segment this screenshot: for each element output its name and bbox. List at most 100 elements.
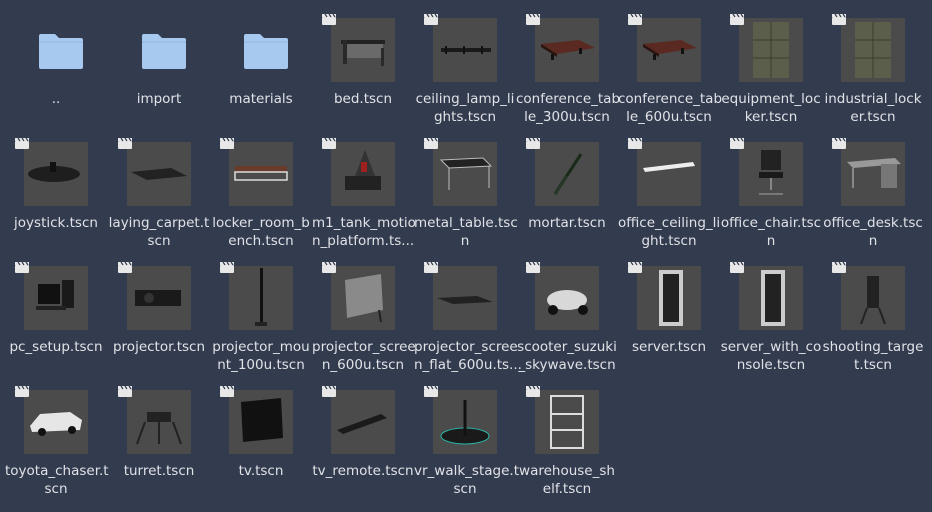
- file-name-label: joystick.tscn: [14, 215, 98, 231]
- flat-screen-preview: [424, 262, 497, 330]
- clapperboard-icon: [15, 138, 29, 149]
- scene-file-item[interactable]: mortar.tscn: [516, 132, 618, 250]
- clapperboard-icon: [220, 386, 234, 397]
- scene-file-item[interactable]: laying_carpet.t scn: [108, 132, 210, 250]
- clapperboard-icon: [526, 138, 540, 149]
- file-name-label: projector_scree n_flat_600u.ts...: [414, 339, 522, 373]
- scene-file-item[interactable]: conference_tab le_600u.tscn: [618, 8, 722, 126]
- clapperboard-icon: [118, 262, 132, 273]
- file-name-label: materials: [229, 91, 293, 107]
- file-name-label: projector.tscn: [112, 339, 206, 355]
- ceiling-lamp-preview: [424, 14, 497, 82]
- folder-item[interactable]: ..: [5, 8, 107, 126]
- conference-table-preview: [628, 14, 701, 82]
- file-name-label: equipment_loc ker.tscn: [721, 91, 821, 125]
- table-preview: [424, 138, 497, 206]
- clapperboard-icon: [220, 262, 234, 273]
- locker-preview: [832, 14, 905, 82]
- file-name-label: server_with_co nsole.tscn: [720, 339, 822, 373]
- scene-file-item[interactable]: m1_tank_motio n_platform.ts...: [312, 132, 416, 250]
- scene-file-item[interactable]: office_desk.tsc n: [822, 132, 924, 250]
- target-preview: [832, 262, 905, 330]
- folder-icon: [39, 34, 83, 69]
- thumbnail: [127, 18, 191, 82]
- scene-file-item[interactable]: projector_scree n_600u.tscn: [312, 256, 416, 374]
- file-name-label: conference_tab le_300u.tscn: [516, 91, 621, 125]
- thumbnail: [229, 18, 293, 82]
- clapperboard-icon: [424, 386, 438, 397]
- scene-file-item[interactable]: scooter_suzuki _skywave.tscn: [516, 256, 618, 374]
- bench-preview: [220, 138, 293, 206]
- scene-file-item[interactable]: projector_mou nt_100u.tscn: [210, 256, 312, 374]
- clapperboard-icon: [322, 386, 336, 397]
- clapperboard-icon: [322, 14, 336, 25]
- scene-file-item[interactable]: toyota_chaser.t scn: [5, 380, 109, 498]
- clapperboard-icon: [730, 262, 744, 273]
- scene-file-item[interactable]: locker_room_b ench.tscn: [210, 132, 312, 250]
- clapperboard-icon: [832, 262, 846, 273]
- scene-file-item[interactable]: vr_walk_stage.t scn: [414, 380, 519, 498]
- file-name-label: import: [136, 91, 182, 107]
- bed-preview: [322, 14, 395, 82]
- file-name-label: office_chair.tsc n: [720, 215, 822, 249]
- file-name-label: tv.tscn: [238, 463, 284, 479]
- folder-item[interactable]: import: [108, 8, 210, 126]
- server-preview: [628, 262, 701, 330]
- file-name-label: metal_table.tsc n: [414, 215, 518, 249]
- file-name-label: bed.tscn: [333, 91, 393, 107]
- file-name-label: turret.tscn: [123, 463, 195, 479]
- scene-file-item[interactable]: projector.tscn: [108, 256, 210, 374]
- scene-file-item[interactable]: industrial_lock er.tscn: [822, 8, 924, 126]
- thumbnail: [24, 18, 88, 82]
- scooter-preview: [526, 262, 599, 330]
- clapperboard-icon: [424, 138, 438, 149]
- scene-file-item[interactable]: bed.tscn: [312, 8, 414, 126]
- file-name-label: scooter_suzuki _skywave.tscn: [517, 339, 617, 373]
- clapperboard-icon: [322, 138, 336, 149]
- scene-file-item[interactable]: server.tscn: [618, 256, 720, 374]
- scene-file-item[interactable]: warehouse_sh elf.tscn: [516, 380, 618, 498]
- server-preview: [730, 262, 803, 330]
- file-name-label: mortar.tscn: [528, 215, 606, 231]
- scene-file-item[interactable]: conference_tab le_300u.tscn: [516, 8, 621, 126]
- clapperboard-icon: [628, 138, 642, 149]
- scene-file-item[interactable]: server_with_co nsole.tscn: [720, 256, 822, 374]
- scene-file-item[interactable]: office_ceiling_li ght.tscn: [618, 132, 720, 250]
- scene-file-item[interactable]: equipment_loc ker.tscn: [720, 8, 822, 126]
- vr-stage-preview: [424, 386, 497, 454]
- file-name-label: warehouse_sh elf.tscn: [519, 463, 615, 497]
- car-preview: [15, 386, 88, 454]
- scene-file-item[interactable]: tv.tscn: [210, 380, 312, 498]
- platform-preview: [322, 138, 395, 206]
- folder-item[interactable]: materials: [210, 8, 312, 126]
- locker-preview: [730, 14, 803, 82]
- file-name-label: laying_carpet.t scn: [108, 215, 210, 249]
- scene-file-item[interactable]: shooting_targe t.tscn: [822, 256, 924, 374]
- scene-file-item[interactable]: joystick.tscn: [5, 132, 107, 250]
- chair-preview: [730, 138, 803, 206]
- mortar-preview: [526, 138, 599, 206]
- clapperboard-icon: [220, 138, 234, 149]
- scene-file-item[interactable]: ceiling_lamp_li ghts.tscn: [414, 8, 516, 126]
- scene-file-item[interactable]: tv_remote.tscn: [312, 380, 414, 498]
- ceiling-light-preview: [628, 138, 701, 206]
- pc-preview: [15, 262, 88, 330]
- shelf-preview: [526, 386, 599, 454]
- turret-preview: [118, 386, 191, 454]
- file-name-label: shooting_targe t.tscn: [822, 339, 924, 373]
- scene-file-item[interactable]: projector_scree n_flat_600u.ts...: [414, 256, 522, 374]
- file-grid: .. import materials bed.tscn ceiling_lam…: [0, 0, 932, 512]
- file-name-label: tv_remote.tscn: [312, 463, 414, 479]
- file-name-label: ..: [51, 91, 61, 107]
- projector-preview: [118, 262, 191, 330]
- joystick-preview: [15, 138, 88, 206]
- scene-file-item[interactable]: pc_setup.tscn: [5, 256, 107, 374]
- clapperboard-icon: [628, 14, 642, 25]
- clapperboard-icon: [526, 386, 540, 397]
- scene-file-item[interactable]: office_chair.tsc n: [720, 132, 822, 250]
- remote-preview: [322, 386, 395, 454]
- clapperboard-icon: [526, 14, 540, 25]
- scene-file-item[interactable]: metal_table.tsc n: [414, 132, 518, 250]
- clapperboard-icon: [15, 262, 29, 273]
- scene-file-item[interactable]: turret.tscn: [108, 380, 210, 498]
